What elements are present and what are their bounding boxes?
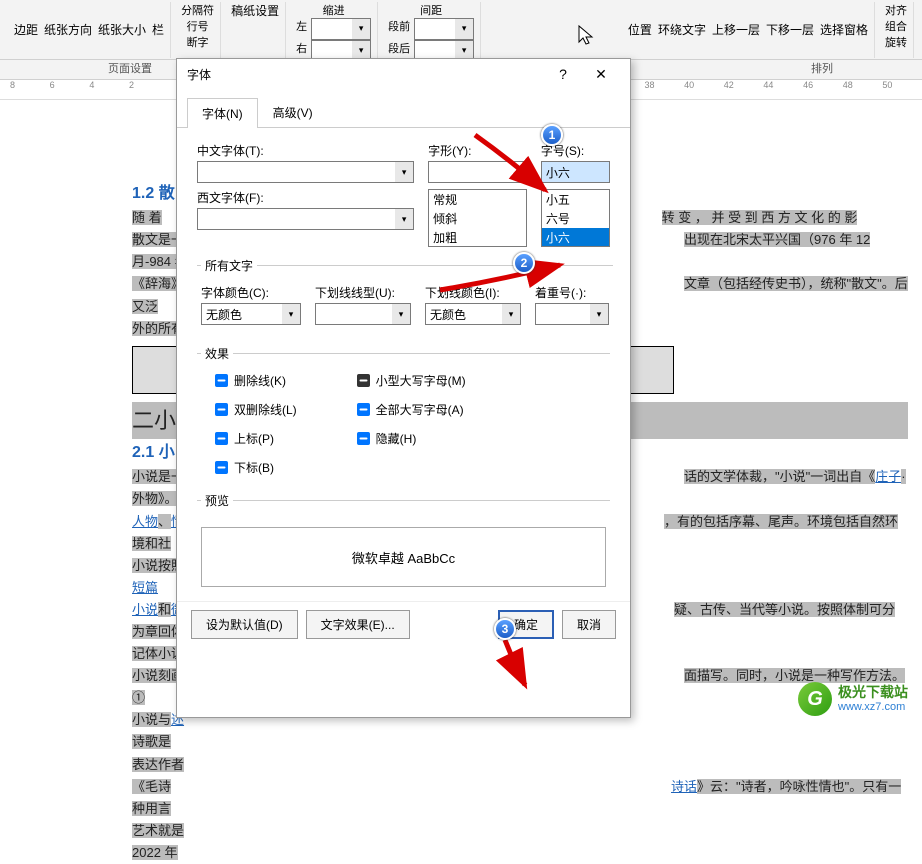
style-label: 字形(Y): [428,142,527,159]
list-item[interactable]: 常规 [429,190,526,209]
checkbox-label: 小型大写字母(M) [376,372,466,389]
chevron-down-icon: ▾ [395,162,413,182]
ribbon-item[interactable]: 位置 [628,21,652,38]
ribbon-item[interactable]: 行号 [187,18,209,34]
ribbon-item[interactable]: 纸张大小 [98,21,146,38]
ribbon-item[interactable]: 分隔符 [181,2,214,18]
tab-advanced[interactable]: 高级(V) [258,97,328,127]
list-item-selected[interactable]: 小六 [542,228,609,247]
checkbox-input[interactable] [357,403,370,416]
underline-color-label: 下划线颜色(I): [425,284,521,301]
checkbox-input[interactable] [215,461,228,474]
checkbox-label: 上标(P) [234,430,274,447]
underline-style-select[interactable]: ▾ [315,303,411,325]
list-item[interactable]: 加粗 [429,228,526,247]
ribbon-label: 间距 [420,5,442,17]
tab-font[interactable]: 字体(N) [187,98,258,128]
checkbox-label: 隐藏(H) [376,430,417,447]
logo-icon: G [798,682,832,716]
checkbox-small-caps[interactable]: 小型大写字母(M) [357,372,466,389]
ribbon-item[interactable]: 边距 [14,21,38,38]
checkbox-input[interactable] [215,432,228,445]
watermark-name: 极光下载站 [838,685,908,700]
preview-legend: 预览 [201,492,233,509]
dialog-title: 字体 [187,66,544,83]
checkbox-label: 双删除线(L) [234,401,297,418]
size-listbox[interactable]: 小五 六号 小六 [541,189,610,247]
size-input[interactable]: 小六 [541,161,610,183]
space-before-input[interactable]: ▾ [414,18,474,40]
ribbon-item[interactable]: 下移一层 [766,21,814,38]
checkbox-input[interactable] [357,374,370,387]
ribbon: 边距 纸张方向 纸张大小 栏 分隔符 行号 断字 稿纸设置 缩进 左 ▾ 右 ▾… [0,0,922,60]
checkbox-input[interactable] [357,432,370,445]
emphasis-label: 着重号(·): [535,284,609,301]
underline-style-label: 下划线线型(U): [315,284,411,301]
checkbox-hidden[interactable]: 隐藏(H) [357,430,466,447]
dialog-title-bar: 字体 ? ✕ [177,59,630,89]
list-item[interactable]: 倾斜 [429,209,526,228]
set-default-button[interactable]: 设为默认值(D) [191,610,298,639]
indent-left-input[interactable]: ▾ [311,18,371,40]
list-item[interactable]: 小五 [542,190,609,209]
ribbon-item[interactable]: 对齐 [885,2,907,18]
ribbon-item[interactable]: 旋转 [885,34,907,50]
list-item[interactable]: 六号 [542,209,609,228]
ribbon-item[interactable]: 栏 [152,21,164,38]
all-text-legend: 所有文字 [201,257,257,274]
chevron-down-icon: ▾ [282,304,300,324]
annotation-badge-2: 2 [513,252,535,274]
emphasis-select[interactable]: ▾ [535,303,609,325]
watermark: G 极光下载站 www.xz7.com [798,682,908,716]
close-button[interactable]: ✕ [582,60,620,88]
chevron-down-icon: ▾ [395,209,413,229]
ribbon-item[interactable]: 纸张方向 [44,21,92,38]
underline-color-select[interactable]: 无颜色 ▾ [425,303,521,325]
underline-color-value: 无颜色 [430,306,466,323]
chevron-down-icon: ▾ [590,304,608,324]
latin-font-label: 西文字体(F): [197,189,414,206]
style-listbox[interactable]: 常规 倾斜 加粗 [428,189,527,247]
chevron-down-icon: ▾ [392,304,410,324]
checkbox-input[interactable] [215,374,228,387]
ribbon-item[interactable]: 组合 [885,18,907,34]
ribbon-item[interactable]: 选择窗格 [820,21,868,38]
size-value: 小六 [546,164,570,181]
cancel-button[interactable]: 取消 [562,610,616,639]
ribbon-item[interactable]: 环绕文字 [658,21,706,38]
checkbox-superscript[interactable]: 上标(P) [215,430,297,447]
help-button[interactable]: ? [544,60,582,88]
preview-text: 微软卓越 AaBbCc [352,548,455,567]
font-dialog: 字体 ? ✕ 字体(N) 高级(V) 中文字体(T): ▾ 字形(Y): 字号(… [176,58,631,718]
annotation-badge-3: 3 [494,618,516,640]
preview-box: 微软卓越 AaBbCc [201,527,606,587]
space-before-label: 段前 [388,18,410,40]
chinese-font-label: 中文字体(T): [197,142,414,159]
effects-legend: 效果 [201,345,233,362]
latin-font-combo[interactable]: ▾ [197,208,414,230]
chevron-down-icon: ▾ [502,304,520,324]
watermark-url: www.xz7.com [838,701,908,713]
indent-left-label: 左 [296,18,307,40]
checkbox-all-caps[interactable]: 全部大写字母(A) [357,401,466,418]
checkbox-label: 删除线(K) [234,372,286,389]
checkbox-label: 下标(B) [234,459,274,476]
checkbox-double-strikethrough[interactable]: 双删除线(L) [215,401,297,418]
ribbon-item[interactable]: 上移一层 [712,21,760,38]
checkbox-input[interactable] [215,403,228,416]
text-effects-button[interactable]: 文字效果(E)... [306,610,410,639]
checkbox-subscript[interactable]: 下标(B) [215,459,297,476]
annotation-badge-1: 1 [541,124,563,146]
style-input[interactable] [428,161,527,183]
chinese-font-combo[interactable]: ▾ [197,161,414,183]
checkbox-label: 全部大写字母(A) [376,401,464,418]
font-color-select[interactable]: 无颜色 ▾ [201,303,301,325]
ribbon-item[interactable]: 稿纸设置 [231,2,279,19]
font-color-label: 字体颜色(C): [201,284,301,301]
ribbon-item[interactable]: 断字 [187,34,209,50]
ribbon-label: 缩进 [323,5,345,17]
font-color-value: 无颜色 [206,306,242,323]
checkbox-strikethrough[interactable]: 删除线(K) [215,372,297,389]
